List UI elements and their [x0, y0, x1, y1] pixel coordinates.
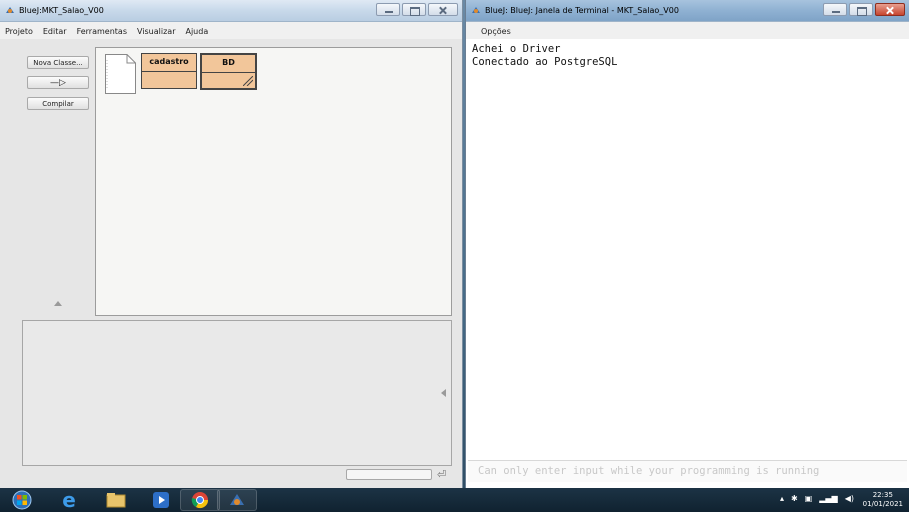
terminal-window: BlueJ: BlueJ: Janela de Terminal - MKT_S… [465, 0, 909, 488]
menu-ferramentas[interactable]: Ferramentas [72, 22, 132, 39]
object-bench[interactable] [22, 320, 452, 466]
triangle-up-icon[interactable] [54, 301, 62, 306]
bluej-main-window: BlueJ:MKT_Salao_V00 Projeto Editar Ferra… [0, 0, 463, 488]
terminal-line: Conectado ao PostgreSQL [472, 56, 618, 68]
volume-icon[interactable]: ◀) [845, 494, 854, 503]
class-name: BD [222, 58, 235, 67]
maximize-button[interactable] [849, 3, 873, 16]
left-window-title: BlueJ:MKT_Salao_V00 [19, 6, 104, 15]
internet-explorer-icon[interactable]: e [49, 488, 89, 512]
menu-editar[interactable]: Editar [38, 22, 72, 39]
terminal-menubar: Opções [466, 22, 909, 39]
terminal-line: Achei o Driver [472, 43, 561, 55]
close-button[interactable] [875, 3, 905, 16]
enter-key-icon[interactable]: ⏎ [437, 468, 446, 481]
system-tray: ▴ ✱ ▣ ▂▄▆ ◀) [780, 494, 854, 503]
status-field [346, 469, 432, 480]
class-bd[interactable]: BD [200, 53, 257, 90]
resize-handle-icon[interactable] [243, 76, 253, 86]
triangle-left-icon[interactable] [441, 389, 446, 397]
new-class-button[interactable]: Nova Classe... [27, 56, 89, 69]
signal-icon[interactable]: ▂▄▆ [819, 494, 837, 503]
bluetooth-icon[interactable]: ✱ [791, 494, 798, 503]
taskbar: e ▴ ✱ ▣ ▂▄▆ ◀) 22:35 01/01/2021 [0, 488, 909, 512]
bluej-icon [6, 7, 14, 13]
right-titlebar[interactable]: BlueJ: BlueJ: Janela de Terminal - MKT_S… [466, 0, 909, 22]
terminal-input[interactable]: Can only enter input while your programm… [468, 460, 907, 482]
file-explorer-icon[interactable] [96, 489, 136, 511]
network-icon[interactable]: ▣ [805, 494, 813, 503]
inheritance-arrow-button[interactable]: —▷ [27, 76, 89, 89]
terminal-window-title: BlueJ: BlueJ: Janela de Terminal - MKT_S… [485, 6, 679, 15]
menu-ajuda[interactable]: Ajuda [180, 22, 213, 39]
clock[interactable]: 22:35 01/01/2021 [863, 491, 903, 509]
terminal-output[interactable]: Achei o Driver Conectado ao PostgreSQL [466, 40, 909, 460]
class-separator [202, 72, 255, 73]
minimize-button[interactable] [376, 3, 400, 16]
menu-visualizar[interactable]: Visualizar [132, 22, 181, 39]
windows-start-icon[interactable] [4, 489, 40, 511]
maximize-button[interactable] [402, 3, 426, 16]
clock-time: 22:35 [872, 491, 893, 499]
compile-button[interactable]: Compilar [27, 97, 89, 110]
clock-date: 01/01/2021 [862, 500, 903, 508]
chevron-up-icon[interactable]: ▴ [780, 494, 784, 503]
minimize-button[interactable] [823, 3, 847, 16]
bluej-icon[interactable] [217, 489, 257, 511]
left-titlebar[interactable]: BlueJ:MKT_Salao_V00 [0, 0, 462, 22]
bluej-icon [472, 7, 480, 13]
menu-projeto[interactable]: Projeto [0, 22, 38, 39]
left-menubar: Projeto Editar Ferramentas Visualizar Aj… [0, 22, 462, 39]
close-button[interactable] [428, 3, 458, 16]
class-separator [142, 71, 196, 72]
readme-document-icon[interactable] [105, 54, 136, 94]
chrome-icon[interactable] [180, 489, 220, 511]
class-name: cadastro [149, 57, 189, 66]
menu-opcoes[interactable]: Opções [481, 27, 511, 36]
media-player-icon[interactable] [141, 489, 181, 511]
class-cadastro[interactable]: cadastro [141, 53, 197, 89]
